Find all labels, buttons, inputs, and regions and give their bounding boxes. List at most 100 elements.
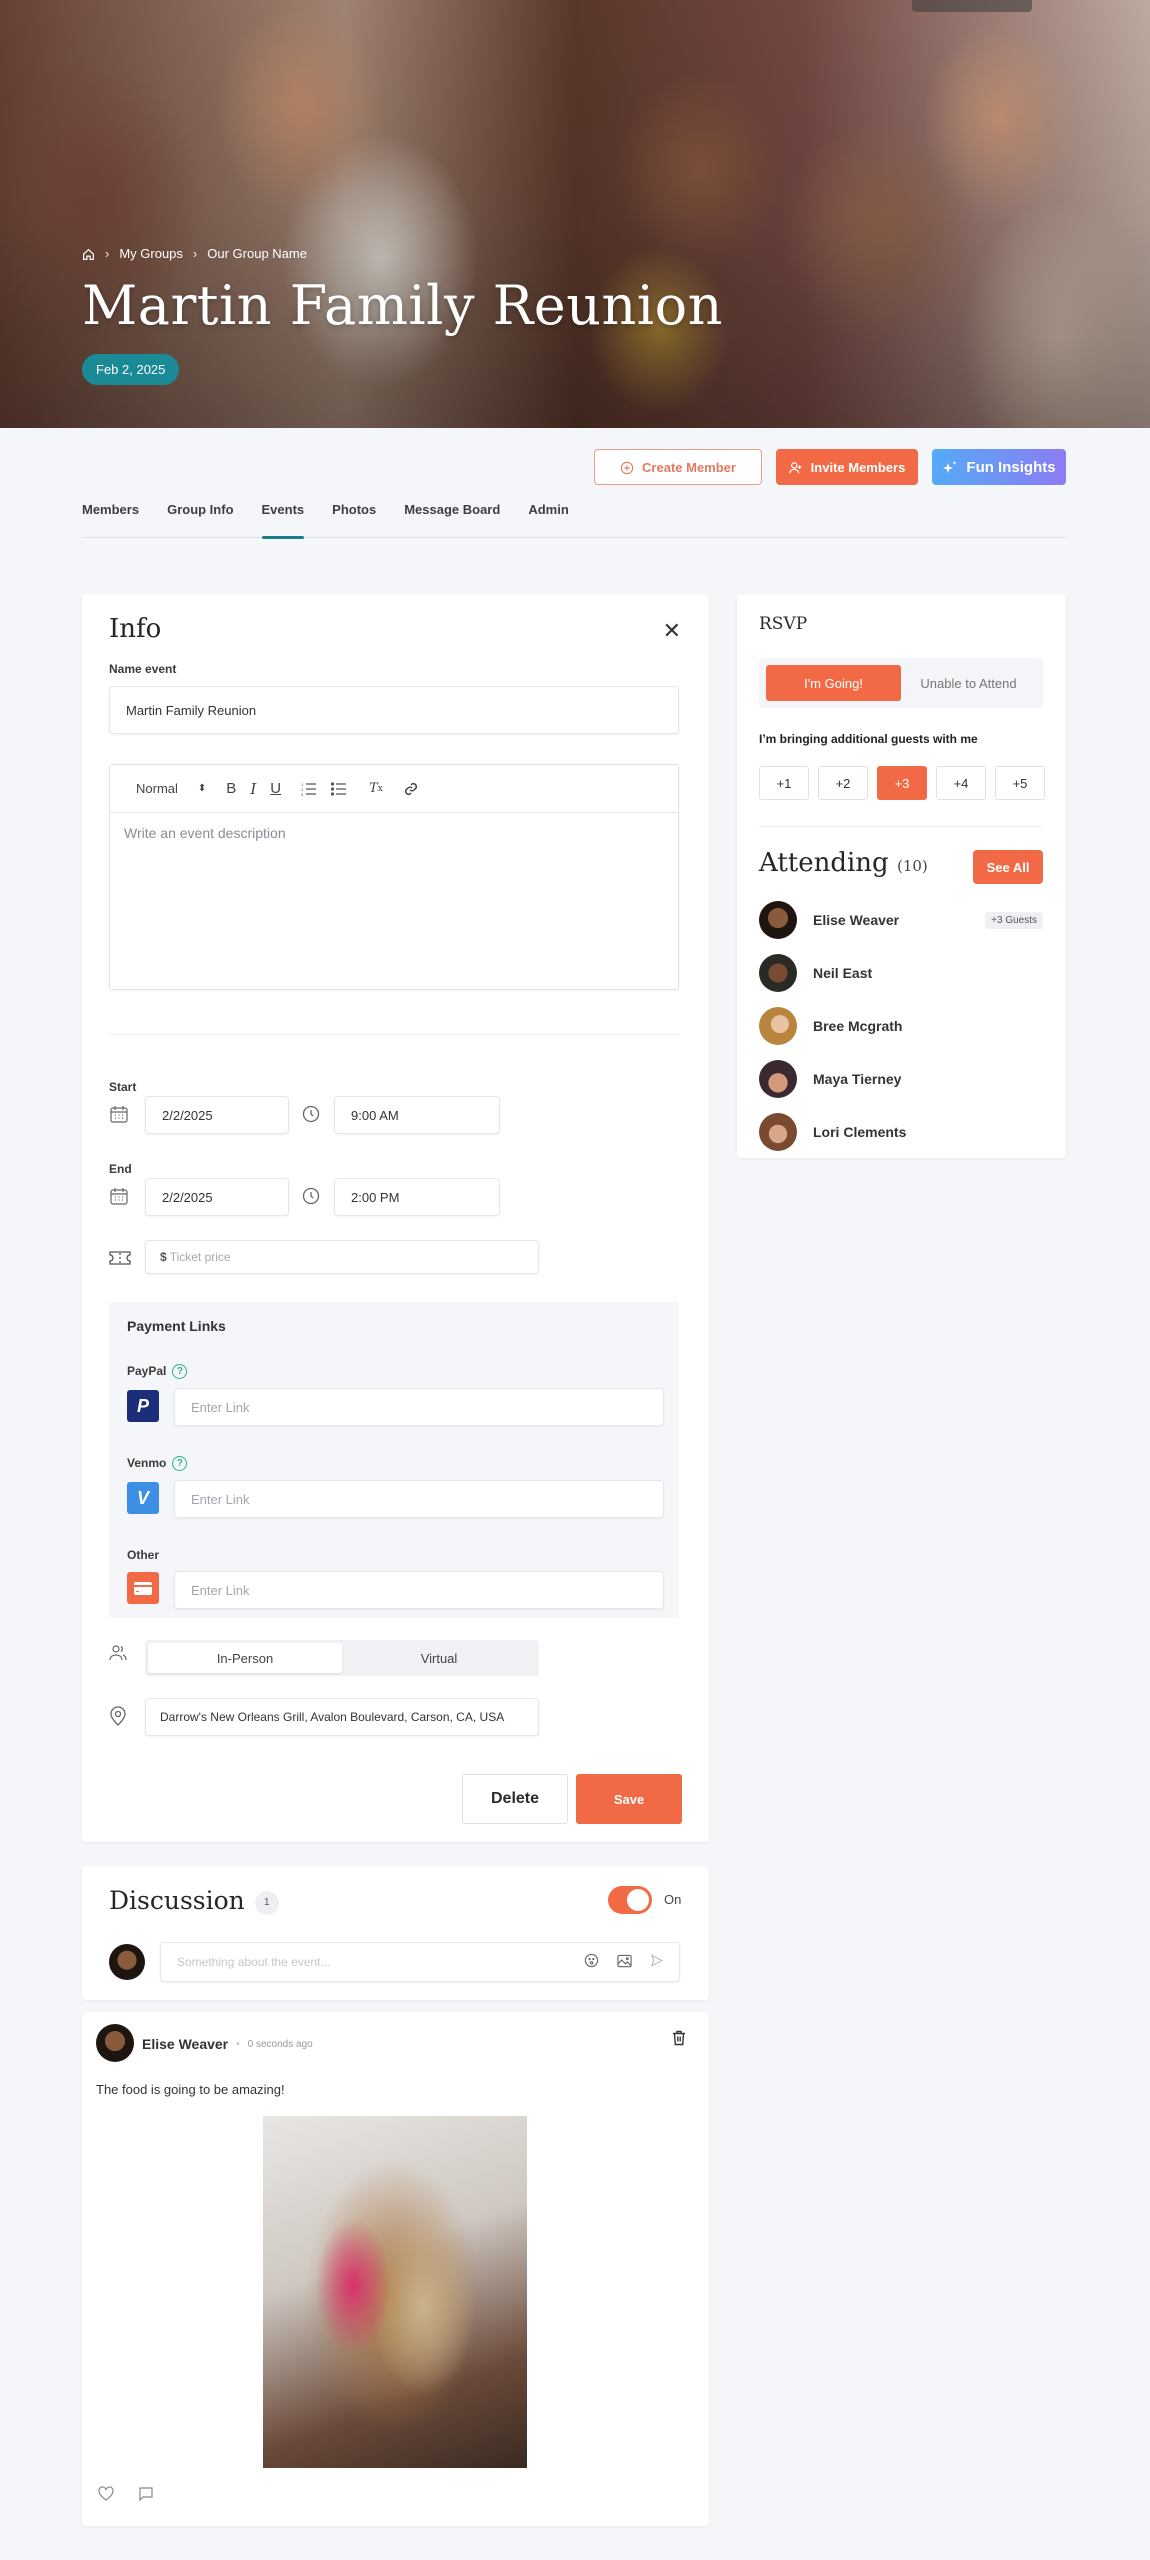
attendee-name: Maya Tierney xyxy=(813,1071,902,1087)
guest-count-badge: +3 Guests xyxy=(985,911,1043,929)
dot-separator: • xyxy=(236,2038,240,2050)
end-date-input[interactable]: 2/2/2025 xyxy=(145,1178,289,1216)
chevron-right-icon: › xyxy=(192,246,198,262)
tab-group-info[interactable]: Group Info xyxy=(167,490,233,538)
mode-virtual[interactable]: Virtual xyxy=(342,1643,536,1673)
tab-photos[interactable]: Photos xyxy=(332,490,376,538)
avatar xyxy=(759,1007,797,1045)
bold-icon[interactable]: B xyxy=(226,780,236,797)
discussion-label: Discussion xyxy=(109,1886,245,1915)
close-icon[interactable]: ✕ xyxy=(663,618,681,644)
im-going-button[interactable]: I'm Going! xyxy=(766,665,901,701)
guest-option-2[interactable]: +2 xyxy=(818,766,868,800)
clock-icon xyxy=(302,1187,320,1210)
save-button[interactable]: Save xyxy=(576,1774,682,1824)
guest-option-4[interactable]: +4 xyxy=(936,766,986,800)
home-icon[interactable] xyxy=(82,246,95,261)
underline-icon[interactable]: U xyxy=(270,780,281,797)
description-placeholder: Write an event description xyxy=(124,825,286,841)
end-label: End xyxy=(109,1162,132,1176)
tab-events[interactable]: Events xyxy=(261,490,304,539)
comment-icon[interactable] xyxy=(138,2486,154,2507)
heart-icon[interactable] xyxy=(98,2486,114,2506)
help-icon[interactable]: ? xyxy=(172,1456,188,1472)
image-icon[interactable] xyxy=(617,1954,632,1971)
attendee-name: Lori Clements xyxy=(813,1124,907,1140)
rsvp-title: RSVP xyxy=(759,614,808,634)
calendar-icon xyxy=(109,1186,129,1211)
attending-label: Attending xyxy=(759,848,889,878)
editor-toolbar: Normal ⬍ B I U 123 Tx xyxy=(110,765,678,813)
create-member-label: Create Member xyxy=(642,459,736,475)
location-value: Darrow's New Orleans Grill, Avalon Boule… xyxy=(160,1710,505,1724)
clear-format-icon[interactable]: Tx xyxy=(369,781,383,796)
unable-to-attend-button[interactable]: Unable to Attend xyxy=(901,665,1036,701)
italic-icon[interactable]: I xyxy=(250,780,256,798)
people-icon xyxy=(109,1644,127,1667)
chevron-right-icon: › xyxy=(105,246,110,262)
attendee-row[interactable]: Bree Mcgrath xyxy=(759,1006,1043,1046)
avatar xyxy=(759,954,797,992)
guest-option-5[interactable]: +5 xyxy=(995,766,1045,800)
attendee-row[interactable]: Neil East xyxy=(759,953,1043,993)
event-date-badge: Feb 2, 2025 xyxy=(82,354,180,385)
tab-members[interactable]: Members xyxy=(82,490,139,538)
trash-icon[interactable] xyxy=(672,2030,686,2051)
sparkle-icon xyxy=(942,458,958,475)
delete-button[interactable]: Delete xyxy=(462,1774,568,1824)
link-icon[interactable] xyxy=(403,781,419,797)
other-link-placeholder: Enter Link xyxy=(191,1582,250,1598)
emoji-icon[interactable] xyxy=(584,1953,599,1971)
fun-insights-label: Fun Insights xyxy=(966,458,1056,476)
avatar xyxy=(759,1060,797,1098)
event-name-input[interactable]: Martin Family Reunion xyxy=(109,686,679,734)
name-event-label: Name event xyxy=(109,662,177,676)
post-image[interactable] xyxy=(263,2116,527,2468)
start-date-input[interactable]: 2/2/2025 xyxy=(145,1096,289,1134)
format-select[interactable]: Normal ⬍ xyxy=(136,781,206,796)
attendee-row[interactable]: Lori Clements xyxy=(759,1112,1043,1152)
paypal-label-text: PayPal xyxy=(127,1364,167,1378)
breadcrumb-my-groups[interactable]: My Groups xyxy=(119,246,183,261)
mode-in-person[interactable]: In-Person xyxy=(148,1643,342,1673)
other-label: Other xyxy=(127,1548,160,1562)
comment-input[interactable]: Something about the event... xyxy=(160,1942,680,1982)
discussion-title: Discussion 1 xyxy=(109,1886,279,1915)
invite-members-button[interactable]: Invite Members xyxy=(776,449,918,485)
see-all-button[interactable]: See All xyxy=(973,850,1043,884)
discussion-card: Discussion 1 On Something about the event… xyxy=(82,1866,709,2000)
attendee-row[interactable]: Elise Weaver +3 Guests xyxy=(759,900,1043,940)
tab-message-board[interactable]: Message Board xyxy=(404,490,500,538)
credit-card-icon xyxy=(127,1572,159,1604)
end-time-input[interactable]: 2:00 PM xyxy=(334,1178,500,1216)
start-time-input[interactable]: 9:00 AM xyxy=(334,1096,500,1134)
venmo-link-input[interactable]: Enter Link xyxy=(174,1480,664,1518)
paypal-label: PayPal? xyxy=(127,1364,188,1380)
discussion-toggle[interactable] xyxy=(608,1886,652,1914)
end-time-value: 2:00 PM xyxy=(351,1189,400,1205)
ordered-list-icon[interactable]: 123 xyxy=(301,782,317,796)
guest-option-3[interactable]: +3 xyxy=(877,766,927,800)
post-author-name[interactable]: Elise Weaver xyxy=(142,2036,228,2052)
guest-option-1[interactable]: +1 xyxy=(759,766,809,800)
fun-insights-button[interactable]: Fun Insights xyxy=(932,449,1066,485)
event-name-value: Martin Family Reunion xyxy=(126,702,257,718)
send-icon[interactable] xyxy=(650,1954,664,1970)
ticket-price-input[interactable]: $ Ticket price xyxy=(145,1240,539,1274)
discussion-count-badge: 1 xyxy=(254,1890,279,1915)
invite-members-label: Invite Members xyxy=(810,459,906,475)
start-time-value: 9:00 AM xyxy=(351,1107,399,1123)
tab-admin[interactable]: Admin xyxy=(528,490,568,538)
attending-count: (10) xyxy=(896,857,928,875)
bullet-list-icon[interactable] xyxy=(331,781,347,796)
create-member-button[interactable]: Create Member xyxy=(594,449,762,485)
location-input[interactable]: Darrow's New Orleans Grill, Avalon Boule… xyxy=(145,1698,539,1736)
breadcrumb-group-name[interactable]: Our Group Name xyxy=(207,246,307,261)
description-textarea[interactable]: Write an event description xyxy=(110,813,678,853)
start-date-value: 2/2/2025 xyxy=(162,1107,213,1123)
paypal-link-input[interactable]: Enter Link xyxy=(174,1388,664,1426)
other-link-input[interactable]: Enter Link xyxy=(174,1571,664,1609)
help-icon[interactable]: ? xyxy=(172,1364,188,1380)
attendee-row[interactable]: Maya Tierney xyxy=(759,1059,1043,1099)
venmo-link-placeholder: Enter Link xyxy=(191,1491,250,1507)
